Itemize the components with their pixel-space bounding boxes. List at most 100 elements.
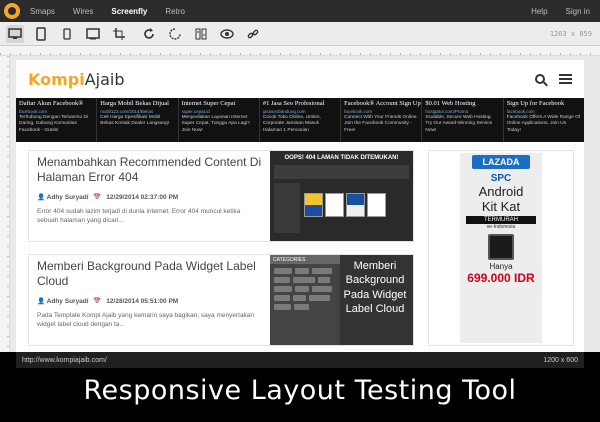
ad-desc: Connect With Your Friends Online. Join t… <box>344 115 418 133</box>
preview-size: 1200 x 600 <box>543 356 578 364</box>
ad-item[interactable]: $0.01 Web Hosting hostgator.com/Promo Scal… <box>422 98 504 142</box>
post-title[interactable]: Memberi Background Pada Widget Label Clo… <box>37 259 262 289</box>
categories-header: CATEGORIES <box>270 255 340 264</box>
ad-title: Internet Super Cepat <box>181 100 236 107</box>
vertical-ruler <box>0 56 10 352</box>
label-pill <box>295 286 309 292</box>
calendar-icon: 📅 <box>93 194 102 201</box>
sign-in-link[interactable]: Sign in <box>566 7 590 16</box>
post-author[interactable]: Adhy Suryadi <box>47 194 89 201</box>
ad-url: facebook.com <box>19 109 48 114</box>
nav-screenfly[interactable]: Screenfly <box>111 7 147 16</box>
thumbnail-banner: OOPS! 404 LAMAN TIDAK DITEMUKAN! <box>284 155 399 161</box>
thumbnail-text: Memberi Background Pada Widget Label Clo… <box>343 260 407 315</box>
author-icon: 👤 <box>37 194 46 201</box>
ad-title: #1 Jasa Seo Profesional <box>262 100 325 107</box>
post-title[interactable]: Menambahkan Recommended Content Di Halam… <box>37 155 262 185</box>
custom-size-icon[interactable] <box>110 25 128 43</box>
sidebar-ad-banner[interactable]: LAZADA SPC Android Kit Kat TERMURAH se-I… <box>460 153 542 343</box>
ad-item[interactable]: Daftar Akun Facebook® facebook.com Terhubu… <box>16 98 98 142</box>
ad-price-label: Hanya <box>489 262 513 272</box>
nav-retro[interactable]: Retro <box>165 7 185 16</box>
ad-desc: Cocok Toko Online, Umkm, Corporate Jamin… <box>262 115 321 133</box>
post-list: Menambahkan Recommended Content Di Halam… <box>28 150 414 352</box>
label-pill <box>312 268 332 274</box>
post-thumbnail[interactable]: CATEGORIES Memberi Background Pada Widge… <box>270 255 413 345</box>
ad-item[interactable]: Harga Mobil Bekas Dijual mobil123.com/201… <box>97 98 179 142</box>
proxy-icon[interactable] <box>218 25 236 43</box>
preview-url[interactable]: http://www.kompiajaib.com/ <box>22 357 107 364</box>
nav-wires[interactable]: Wires <box>73 7 93 16</box>
label-pills <box>270 264 340 314</box>
post-excerpt: Error 404 sudah lazim terjadi di dunia i… <box>37 208 241 225</box>
tablet-image-icon <box>488 234 514 261</box>
ad-title: Daftar Akun Facebook® <box>19 100 84 107</box>
thumbnail-tile <box>346 193 365 217</box>
share-link-icon[interactable] <box>244 25 262 43</box>
ad-desc: Menyediakan Layanan Internet Super Cepat… <box>181 115 250 133</box>
ad-url: facebook.com <box>344 109 373 114</box>
ad-item[interactable]: Sign Up for Facebook facebook.com Facebook… <box>504 98 584 142</box>
rotate-icon[interactable] <box>140 25 158 43</box>
ad-brand: LAZADA <box>472 155 530 169</box>
ad-title: Facebook® Account Sign Up <box>344 100 421 107</box>
brand-first: Kompi <box>28 69 85 89</box>
ad-region: se-Indonesia <box>486 224 516 231</box>
ad-price: 699.000 IDR <box>467 271 535 286</box>
refresh-icon[interactable] <box>166 25 184 43</box>
label-pill <box>293 277 315 283</box>
television-icon[interactable] <box>84 25 102 43</box>
ad-url: facebook.com <box>506 109 535 114</box>
ad-product-line1: Android <box>478 184 524 199</box>
ad-product-line2: Kit Kat <box>481 198 521 214</box>
tablet-icon[interactable] <box>32 25 50 43</box>
ad-desc: Scalable, Secure Web Hosting. Try Our Aw… <box>425 115 493 133</box>
ad-item[interactable]: Internet Super Cepat super.cepat.id Menyed… <box>179 98 260 142</box>
brand-second: Ajaib <box>84 69 125 89</box>
ad-desc: Cek Harga Spesifikasi Mobil Bekas Kontak… <box>100 115 170 127</box>
post-meta: 👤 Adhy Suryadi 📅 12/28/2014 05:51:00 PM <box>37 297 262 305</box>
label-pill <box>294 304 309 310</box>
ad-maker: SPC <box>490 173 512 184</box>
search-icon[interactable] <box>535 74 545 84</box>
desktop-icon[interactable] <box>6 24 24 43</box>
help-link[interactable]: Help <box>531 7 547 16</box>
ad-item[interactable]: #1 Jasa Seo Profesional jasaseobandung.co… <box>260 98 342 142</box>
post-excerpt: Pada Template Kompi Ajaib yang kemarin s… <box>37 312 255 329</box>
main-content: Menambahkan Recommended Content Di Halam… <box>16 142 584 352</box>
ad-ribbon: TERMURAH <box>466 216 536 225</box>
post-author[interactable]: Adhy Suryadi <box>47 298 89 305</box>
ad-title: $0.01 Web Hosting <box>425 100 476 107</box>
mobile-icon[interactable] <box>58 25 76 43</box>
site-logo[interactable]: KompiAjaib <box>28 70 125 89</box>
label-pill <box>318 277 330 283</box>
caption-title: Responsive Layout Testing Tool <box>83 375 517 406</box>
horizontal-ruler <box>0 46 600 56</box>
post-thumbnail[interactable]: OOPS! 404 LAMAN TIDAK DITEMUKAN! <box>270 151 413 241</box>
ad-title: Harga Mobil Bekas Dijual <box>100 100 169 107</box>
thumbnail-bar <box>274 165 409 179</box>
ad-desc: Terhubung Dengan Temanmu Di Daring, Gabu… <box>19 115 88 133</box>
thumbnail-tile <box>325 193 344 217</box>
preview-status-bar: http://www.kompiajaib.com/ 1200 x 600 <box>16 352 584 368</box>
ad-item[interactable]: Facebook® Account Sign Up facebook.com Con… <box>341 98 423 142</box>
hamburger-menu-icon[interactable] <box>559 74 572 84</box>
post-body: Memberi Background Pada Widget Label Clo… <box>29 255 270 345</box>
quirktools-logo-icon[interactable] <box>4 3 20 19</box>
nav-smaps[interactable]: Smaps <box>30 7 55 16</box>
ad-url: super.cepat.id <box>181 109 210 114</box>
header-icons <box>535 74 572 84</box>
categories-panel: CATEGORIES <box>270 255 340 345</box>
label-pill <box>274 286 292 292</box>
author-icon: 👤 <box>37 298 46 305</box>
scroll-icon[interactable] <box>192 25 210 43</box>
device-toolbar: 1263 x 859 <box>0 22 600 46</box>
label-pill <box>274 295 290 301</box>
thumbnail-sidebar <box>274 183 300 233</box>
ad-url: mobil123.com/2014/Bekas <box>100 109 154 114</box>
ad-desc: Facebook Offers A Wide Range Of Online A… <box>506 115 581 133</box>
ad-url: hostgator.com/Promo <box>425 109 469 114</box>
post-card: Menambahkan Recommended Content Di Halam… <box>28 150 414 242</box>
thumbnail-tile <box>367 193 386 217</box>
website-preview-frame[interactable]: KompiAjaib Daftar Akun Facebook® facebook… <box>16 60 584 352</box>
